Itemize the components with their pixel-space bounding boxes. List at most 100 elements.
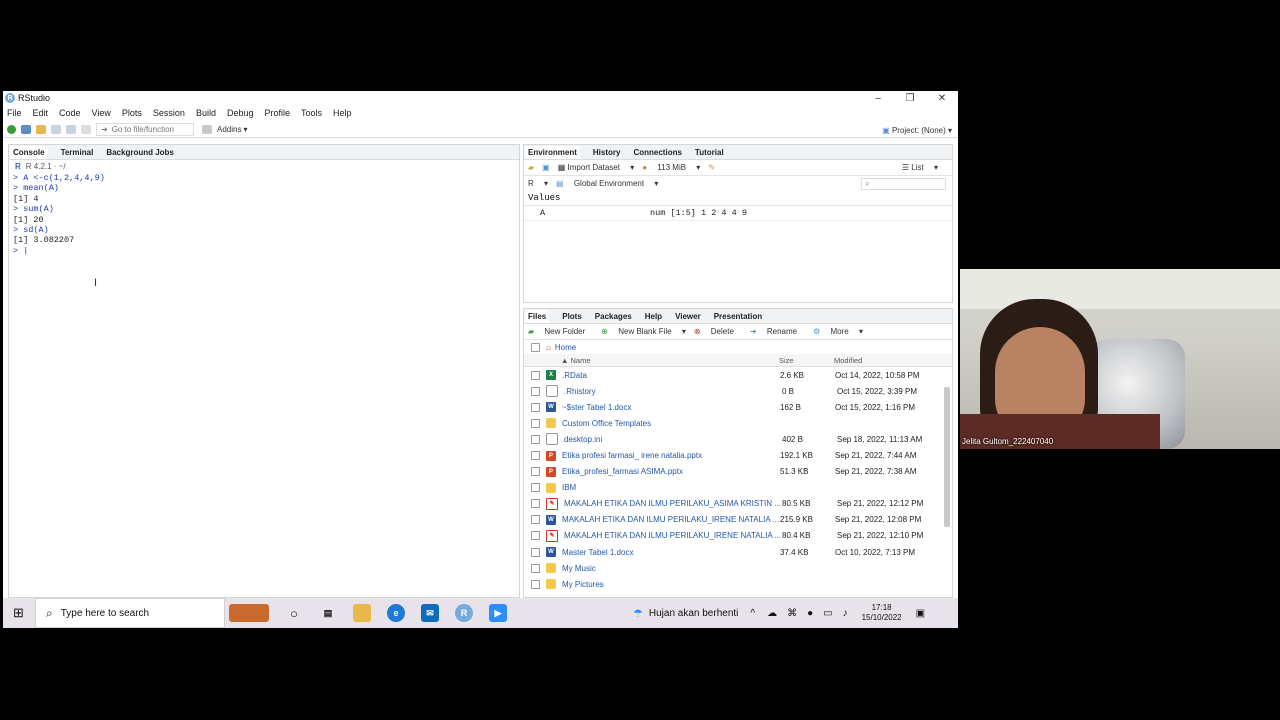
menu-session[interactable]: Session — [153, 108, 185, 118]
table-row[interactable]: IBM — [524, 480, 952, 496]
file-name-link[interactable]: Master Tabel 1.docx — [562, 548, 780, 557]
tab-terminal[interactable]: Terminal — [61, 148, 94, 157]
select-all-checkbox[interactable] — [531, 342, 540, 352]
windows-start-icon[interactable]: ⊞ — [13, 605, 24, 621]
table-row[interactable]: desktop.ini 402 B Sep 18, 2022, 11:13 AM — [524, 431, 952, 447]
table-row[interactable]: My Music — [524, 560, 952, 576]
chevron-up-icon[interactable]: ^ — [750, 608, 755, 619]
table-row[interactable]: P Etika_profesi_farmasi ASIMA.pptx 51.3 KB… — [524, 464, 952, 480]
save-all-icon[interactable] — [66, 124, 76, 134]
file-name-link[interactable]: Custom Office Templates — [562, 419, 780, 428]
tab-viewer[interactable]: Viewer — [675, 312, 701, 321]
row-checkbox[interactable] — [531, 483, 540, 493]
column-size[interactable]: Size — [779, 356, 834, 365]
weather-label[interactable]: Hujan akan berhenti — [649, 608, 739, 619]
tab-packages[interactable]: Packages — [595, 312, 632, 321]
memory-usage[interactable]: ● 113 MiB ▾ — [642, 163, 700, 172]
files-scrollbar[interactable] — [944, 387, 950, 527]
broom-icon[interactable]: ✎ — [708, 163, 715, 172]
table-row[interactable]: W MAKALAH ETIKA DAN ILMU PERILAKU_IRENE N… — [524, 512, 952, 528]
open-icon[interactable]: ▰ — [528, 163, 534, 172]
tab-files[interactable]: Files — [525, 309, 550, 323]
env-row[interactable]: A num [1:5] 1 2 4 4 9 — [524, 206, 952, 221]
table-row[interactable]: Custom Office Templates — [524, 415, 952, 431]
file-name-link[interactable]: ~$ster Tabel 1.docx — [562, 403, 780, 412]
table-row[interactable]: W Master Tabel 1.docx 37.4 KB Oct 10, 2022,… — [524, 544, 952, 560]
row-checkbox[interactable] — [531, 547, 540, 557]
row-checkbox[interactable] — [531, 579, 540, 589]
new-blank-file-button[interactable]: ⊕ New Blank File ▾ — [601, 327, 686, 336]
mail-icon[interactable]: ✉ — [421, 604, 439, 622]
table-row[interactable]: ✎ MAKALAH ETIKA DAN ILMU PERILAKU_IRENE N… — [524, 528, 952, 544]
tab-history[interactable]: History — [593, 148, 621, 157]
table-row[interactable]: ✎ MAKALAH ETIKA DAN ILMU PERILAKU_ASIMA K… — [524, 496, 952, 512]
row-checkbox[interactable] — [531, 531, 540, 541]
file-name-link[interactable]: desktop.ini — [564, 435, 782, 444]
row-checkbox[interactable] — [531, 418, 540, 428]
grid-icon[interactable] — [202, 124, 212, 134]
global-environment-select[interactable]: ▤ Global Environment ▾ — [556, 179, 658, 188]
taskbar-search-input[interactable]: ⌕ Type here to search — [35, 598, 225, 628]
file-name-link[interactable]: MAKALAH ETIKA DAN ILMU PERILAKU_IRENE NA… — [562, 515, 780, 524]
table-row[interactable]: W ~$ster Tabel 1.docx 162 B Oct 15, 2022, 1… — [524, 399, 952, 415]
battery-icon[interactable]: ▭ — [823, 608, 832, 619]
list-view-button[interactable]: ☰ List ▾ — [902, 163, 938, 172]
onedrive-icon[interactable]: ☁ — [767, 608, 777, 619]
table-row[interactable]: P Etika profesi farmasi_ irene natalia.pp… — [524, 447, 952, 463]
row-checkbox[interactable] — [531, 499, 540, 509]
row-checkbox[interactable] — [531, 386, 540, 396]
file-name-link[interactable]: Etika_profesi_farmasi ASIMA.pptx — [562, 467, 780, 476]
weather-icon[interactable]: ☂ — [633, 607, 643, 620]
search-highlight-icon[interactable] — [229, 604, 269, 622]
rename-button[interactable]: ➜ Rename — [750, 327, 805, 336]
task-view-icon[interactable]: ▤ — [319, 604, 337, 622]
delete-button[interactable]: ⊗ Delete — [694, 327, 742, 336]
save-icon[interactable] — [51, 124, 61, 134]
file-name-link[interactable]: IBM — [562, 483, 780, 492]
more-button[interactable]: ⚙ More ▾ — [813, 327, 863, 336]
file-name-link[interactable]: My Pictures — [562, 580, 780, 589]
microphone-icon[interactable]: ● — [807, 608, 813, 619]
notifications-icon[interactable]: ▣ — [916, 608, 925, 619]
volume-icon[interactable]: ♪ — [843, 608, 848, 619]
table-row[interactable]: .Rhistory 0 B Oct 15, 2022, 3:39 PM — [524, 383, 952, 399]
tab-background-jobs[interactable]: Background Jobs — [106, 148, 174, 157]
row-checkbox[interactable] — [531, 451, 540, 461]
file-name-link[interactable]: .RData — [562, 371, 780, 380]
breadcrumb-home[interactable]: Home — [555, 343, 576, 352]
row-checkbox[interactable] — [531, 467, 540, 477]
tab-connections[interactable]: Connections — [633, 148, 681, 157]
environment-search-input[interactable]: ⌕ — [861, 177, 946, 190]
go-to-file-input[interactable]: ➜ Go to file/function — [96, 122, 194, 136]
new-folder-button[interactable]: ▰ New Folder — [528, 327, 593, 336]
clock[interactable]: 17:18 15/10/2022 — [862, 603, 902, 623]
menu-code[interactable]: Code — [59, 108, 81, 118]
print-icon[interactable] — [81, 124, 91, 134]
menu-help[interactable]: Help — [333, 108, 352, 118]
maximize-button[interactable]: ❐ — [894, 91, 926, 105]
menu-edit[interactable]: Edit — [33, 108, 49, 118]
menu-plots[interactable]: Plots — [122, 108, 142, 118]
close-button[interactable]: ✕ — [926, 91, 958, 105]
addins-button[interactable]: Addins — [217, 125, 241, 134]
file-name-link[interactable]: MAKALAH ETIKA DAN ILMU PERILAKU_ASIMA KR… — [564, 499, 782, 508]
minimize-button[interactable]: – — [862, 91, 894, 105]
file-name-link[interactable]: MAKALAH ETIKA DAN ILMU PERILAKU_IRENE NA… — [564, 531, 782, 540]
file-name-link[interactable]: My Music — [562, 564, 780, 573]
table-row[interactable]: X .RData 2.6 KB Oct 14, 2022, 10:58 PM — [524, 367, 952, 383]
file-name-link[interactable]: Etika profesi farmasi_ irene natalia.ppt… — [562, 451, 780, 460]
row-checkbox[interactable] — [531, 370, 540, 380]
column-name[interactable]: ▲ Name — [561, 356, 779, 365]
row-checkbox[interactable] — [531, 434, 540, 444]
row-checkbox[interactable] — [531, 515, 540, 525]
open-file-icon[interactable] — [36, 124, 46, 134]
import-dataset-button[interactable]: ▦ Import Dataset ▾ — [558, 163, 635, 172]
row-checkbox[interactable] — [531, 563, 540, 573]
project-menu[interactable]: ▣ Project: (None) ▾ — [882, 126, 952, 135]
save-workspace-icon[interactable]: ▣ — [542, 163, 550, 172]
new-project-icon[interactable] — [21, 124, 31, 134]
menu-tools[interactable]: Tools — [301, 108, 322, 118]
tab-plots[interactable]: Plots — [562, 312, 582, 321]
network-icon[interactable]: ⌘ — [787, 608, 797, 619]
menu-build[interactable]: Build — [196, 108, 216, 118]
